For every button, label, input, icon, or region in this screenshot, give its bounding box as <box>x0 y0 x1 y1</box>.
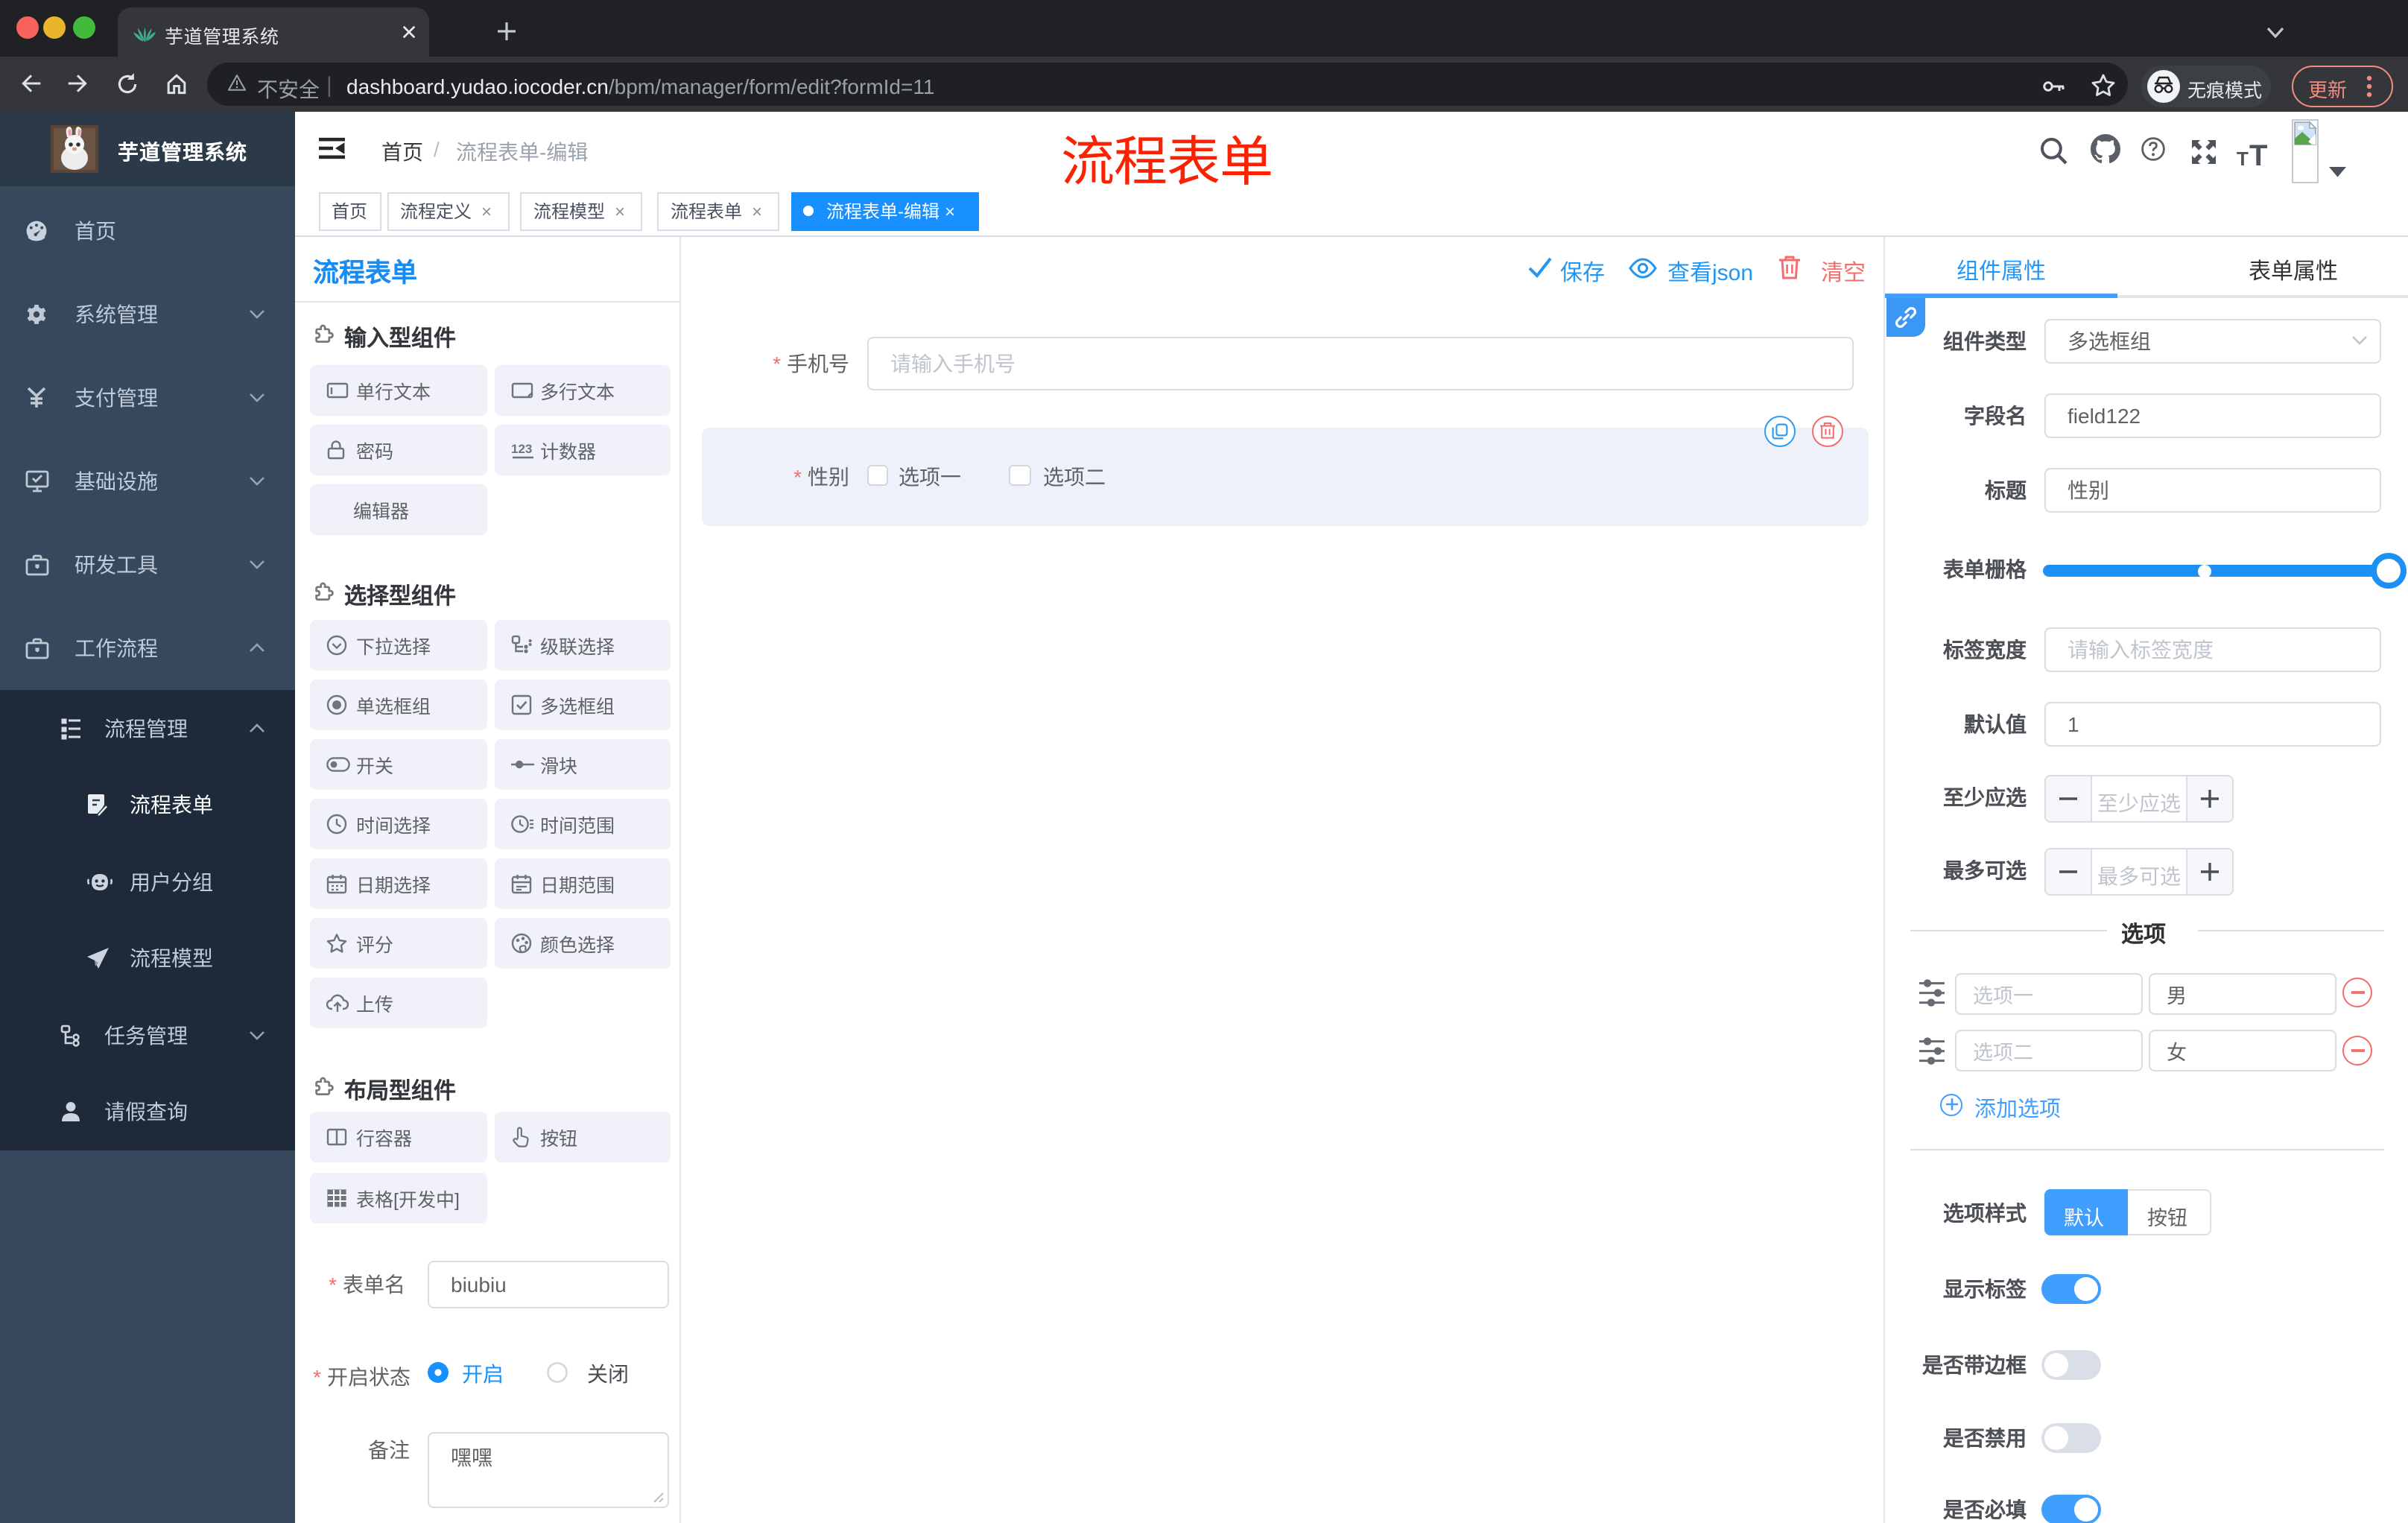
svg-text:T: T <box>2237 148 2249 167</box>
svg-text:123: 123 <box>510 442 531 456</box>
svg-text:T: T <box>2249 139 2267 167</box>
